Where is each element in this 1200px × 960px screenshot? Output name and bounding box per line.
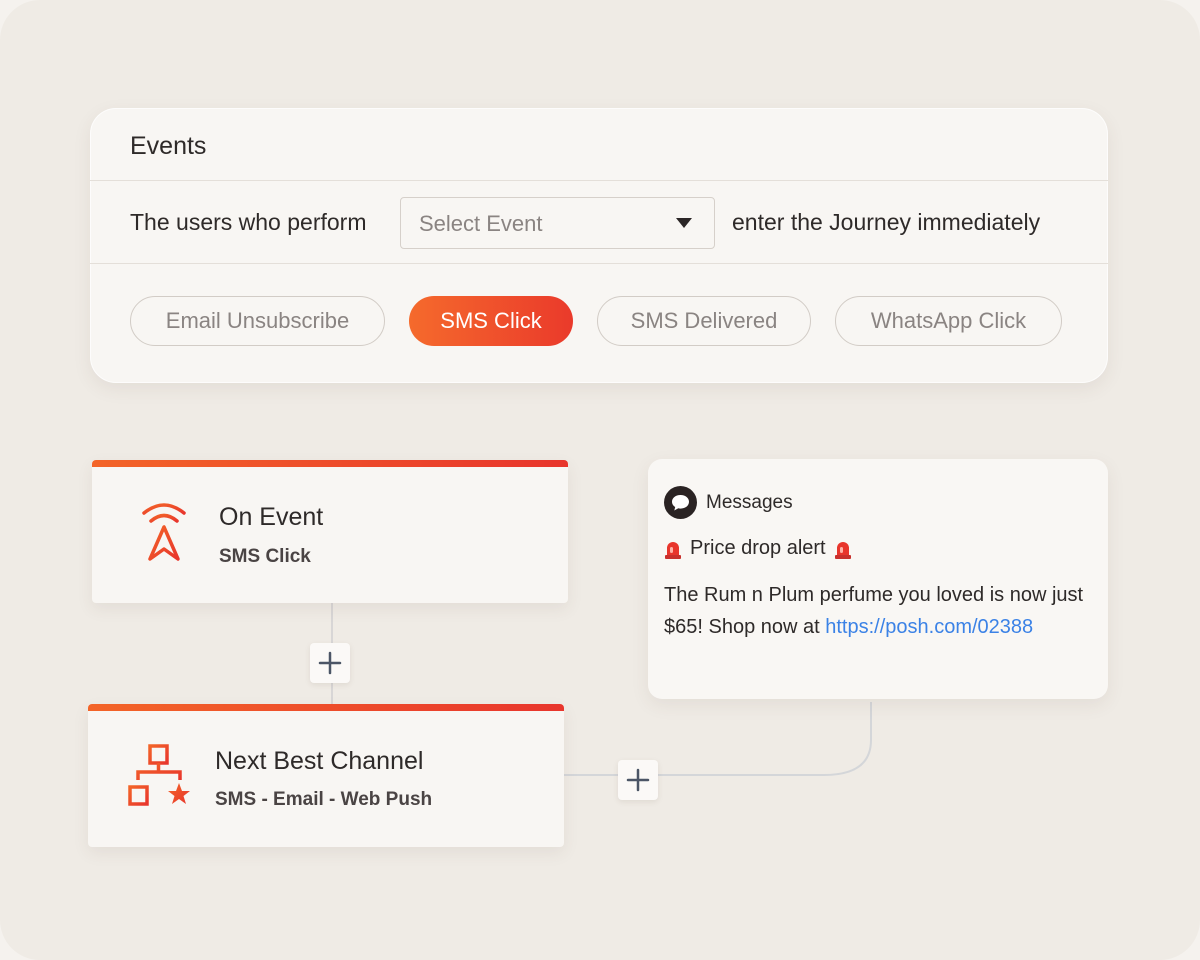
connector-line [564,702,872,776]
message-link[interactable]: https://posh.com/02388 [825,616,1033,638]
siren-icon [665,541,681,559]
node-title: Next Best Channel [215,747,424,775]
chip-email-unsubscribe[interactable]: Email Unsubscribe [130,296,385,346]
chip-sms-delivered[interactable]: SMS Delivered [597,296,811,346]
caret-down-icon [676,218,692,228]
rule-prefix: The users who perform [130,209,367,235]
message-body: The Rum n Plum perfume you loved is now … [664,579,1084,643]
plus-icon [626,768,650,792]
chat-bubble-icon [664,486,697,519]
node-next-best-channel[interactable]: Next Best Channel SMS - Email - Web Push [88,704,564,847]
siren-icon [834,541,851,559]
canvas: Events The users who perform Select Even… [0,0,1200,960]
message-alert-text: Price drop alert [690,537,826,559]
divider [90,263,1108,264]
add-step-button[interactable] [310,643,350,683]
node-subtitle: SMS Click [219,546,311,567]
location-signal-icon [142,503,186,561]
channel-tree-icon [128,744,190,806]
node-subtitle: SMS - Email - Web Push [215,789,433,810]
message-alert-line: Price drop alert [664,537,852,560]
events-panel: Events The users who perform Select Even… [90,108,1108,383]
events-title: Events [130,132,207,160]
chip-sms-click[interactable]: SMS Click [409,296,573,346]
node-title: On Event [219,503,324,531]
event-rule-row: The users who perform Select Event enter… [130,197,1068,249]
message-app-name: Messages [706,492,793,513]
divider [90,180,1108,181]
add-branch-button[interactable] [618,760,658,800]
node-on-event[interactable]: On Event SMS Click [92,460,568,603]
node-accent-bar [92,460,568,467]
rule-suffix: enter the Journey immediately [732,209,1041,235]
select-event-dropdown[interactable]: Select Event [400,197,715,249]
select-event-placeholder: Select Event [419,211,543,236]
node-accent-bar [88,704,564,711]
chip-whatsapp-click[interactable]: WhatsApp Click [835,296,1062,346]
sms-preview-card: Messages Price drop alert The Rum n Plum… [648,459,1108,699]
plus-icon [318,651,342,675]
